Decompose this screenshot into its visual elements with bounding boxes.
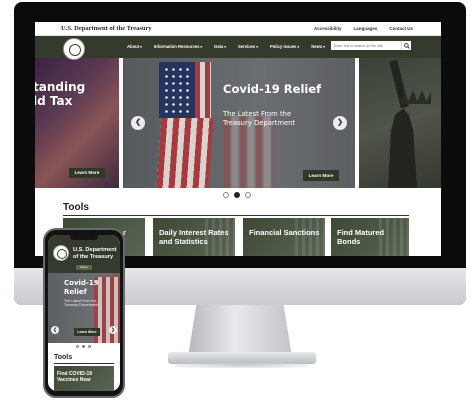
hero-title: Covid-19 Relief bbox=[223, 82, 322, 96]
previous-learn-more-button[interactable]: Learn More bbox=[69, 168, 105, 178]
mobile-tools-divider bbox=[54, 363, 114, 364]
flag-stars bbox=[163, 66, 193, 114]
mobile-carousel-dot-2[interactable] bbox=[82, 345, 85, 348]
mobile-carousel-dots bbox=[76, 345, 91, 348]
languages-link[interactable]: Languages bbox=[353, 26, 377, 31]
search-input[interactable] bbox=[331, 41, 401, 50]
mobile-carousel-prev-button[interactable]: ❮ bbox=[51, 326, 59, 334]
carousel-prev-button[interactable]: ❮ bbox=[131, 116, 145, 130]
tools-divider bbox=[63, 215, 409, 216]
phone-notch bbox=[70, 235, 98, 240]
chevron-right-icon: ❯ bbox=[111, 327, 115, 332]
previous-slide-title: tanding ld Tax bbox=[35, 80, 85, 108]
card-background-pattern bbox=[295, 218, 325, 256]
previous-slide-line-2: ld Tax bbox=[35, 94, 73, 108]
nav-menu: About Information Resources Data Service… bbox=[127, 44, 325, 49]
mobile-menu-button[interactable]: Menu bbox=[76, 265, 92, 270]
mobile-screen: U.S. Department of the Treasury Menu Cov… bbox=[48, 235, 120, 391]
nav-item-news[interactable]: News bbox=[311, 44, 325, 49]
nav-item-data[interactable]: Data bbox=[214, 44, 226, 49]
mobile-tool-card-covid-vaccines[interactable]: Find COVID-19 Vaccines Near bbox=[54, 366, 114, 391]
mobile-learn-more-button[interactable]: Learn More bbox=[74, 328, 100, 336]
nav-item-about[interactable]: About bbox=[127, 44, 142, 49]
carousel-slide-previous: tanding ld Tax Learn More bbox=[35, 58, 119, 188]
mobile-tools-heading: Tools bbox=[54, 354, 73, 361]
tool-card-label: Financial Sanctions bbox=[249, 228, 320, 237]
carousel-dot-3[interactable] bbox=[245, 192, 251, 198]
monitor-shadow bbox=[176, 362, 308, 368]
search-icon bbox=[404, 42, 410, 49]
nav-item-services[interactable]: Services bbox=[238, 44, 258, 49]
hero-learn-more-button[interactable]: Learn More bbox=[303, 170, 339, 181]
statue-crown bbox=[401, 90, 431, 104]
mobile-hero-title: Covid-19 Relief bbox=[64, 279, 99, 296]
mobile-carousel-dot-3[interactable] bbox=[88, 345, 91, 348]
nav-item-information-resources[interactable]: Information Resources bbox=[154, 44, 202, 49]
treasury-seal-icon[interactable] bbox=[53, 245, 69, 261]
mobile-header: U.S. Department of the Treasury Menu bbox=[48, 235, 120, 273]
chevron-left-icon: ❮ bbox=[135, 119, 141, 126]
chevron-left-icon: ❮ bbox=[53, 327, 57, 332]
tool-card-label: Find Matured Bonds bbox=[337, 228, 385, 246]
contact-us-link[interactable]: Contact Us bbox=[389, 26, 413, 31]
mobile-agency-name[interactable]: U.S. Department of the Treasury bbox=[73, 247, 119, 261]
carousel-dots bbox=[223, 192, 251, 198]
mobile-hero: Covid-19 Relief The Latest From the Trea… bbox=[48, 273, 120, 343]
carousel-dot-1[interactable] bbox=[223, 192, 229, 198]
treasury-seal-icon[interactable] bbox=[63, 38, 85, 60]
monitor-stand-neck bbox=[188, 305, 292, 357]
hero-carousel: tanding ld Tax Learn More Covid-19 Relie… bbox=[35, 58, 441, 188]
tools-heading: Tools bbox=[63, 202, 89, 213]
desktop-screen: U.S. Department of the Treasury Accessib… bbox=[35, 22, 441, 256]
mobile-phone: U.S. Department of the Treasury Menu Cov… bbox=[43, 228, 125, 398]
hero-subtitle: The Latest From the Treasury Department bbox=[223, 110, 296, 127]
flag-stripes bbox=[156, 118, 214, 188]
utility-links: Accessibility Languages Contact Us bbox=[314, 26, 413, 31]
previous-slide-line-1: tanding bbox=[35, 80, 86, 94]
mobile-tool-card-label: Find COVID-19 Vaccines Near bbox=[57, 371, 93, 383]
accessibility-link[interactable]: Accessibility bbox=[314, 26, 342, 31]
tool-card-label: Daily Interest Rates and Statistics bbox=[159, 228, 229, 246]
agency-name[interactable]: U.S. Department of the Treasury bbox=[61, 25, 152, 32]
nav-item-policy-issues[interactable]: Policy Issues bbox=[270, 44, 299, 49]
mobile-carousel-next-button[interactable]: ❯ bbox=[109, 326, 117, 334]
carousel-slide-active: Covid-19 Relief The Latest From the Trea… bbox=[123, 58, 355, 188]
search-button[interactable] bbox=[401, 41, 411, 50]
tool-card-daily-interest-rates[interactable]: Daily Interest Rates and Statistics bbox=[153, 218, 235, 256]
mobile-hero-subtitle: The Latest From the Treasury Department bbox=[64, 299, 98, 308]
main-nav: About Information Resources Data Service… bbox=[35, 36, 441, 60]
carousel-slide-next bbox=[359, 58, 441, 188]
tool-card-financial-sanctions[interactable]: Financial Sanctions bbox=[243, 218, 325, 256]
carousel-next-button[interactable]: ❯ bbox=[333, 116, 347, 130]
utility-bar: U.S. Department of the Treasury Accessib… bbox=[35, 22, 441, 36]
tool-card-find-matured-bonds[interactable]: Find Matured Bonds bbox=[331, 218, 409, 256]
flag-stripes-upper bbox=[195, 62, 211, 118]
chevron-right-icon: ❯ bbox=[337, 119, 343, 126]
carousel-dot-2[interactable] bbox=[234, 192, 240, 198]
mobile-carousel-dot-1[interactable] bbox=[76, 345, 79, 348]
